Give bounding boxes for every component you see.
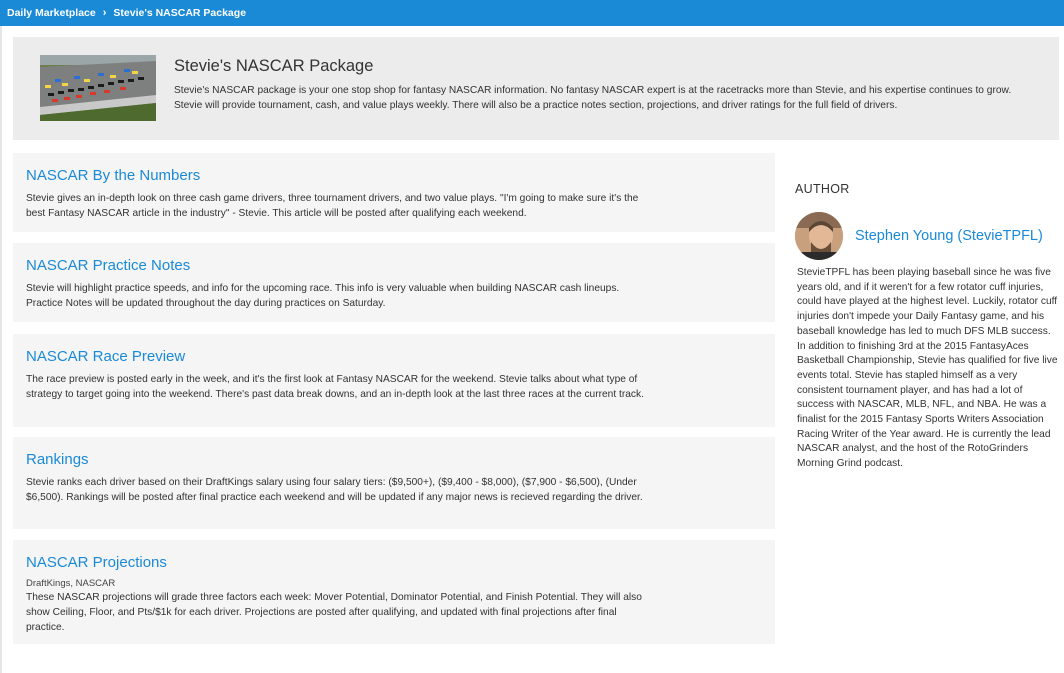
item-description: Stevie will highlight practice speeds, a… [26, 283, 620, 309]
page-content: Stevie's NASCAR Package Stevie's NASCAR … [0, 26, 1064, 673]
item-description: Stevie gives an in-depth look on three c… [26, 193, 639, 219]
item-title-link[interactable]: NASCAR Practice Notes [26, 257, 762, 274]
item-description: The race preview is posted early in the … [26, 374, 644, 400]
author-name-link[interactable]: Stephen Young (StevieTPFL) [855, 228, 1043, 244]
package-title: Stevie's NASCAR Package [174, 57, 374, 75]
breadcrumb-bar: Daily Marketplace › Stevie's NASCAR Pack… [0, 0, 1064, 26]
item-description: Stevie ranks each driver based on their … [26, 477, 643, 503]
item-description: These NASCAR projections will grade thre… [26, 592, 642, 633]
author-bio: StevieTPFL has been playing baseball sin… [797, 267, 1058, 470]
race-track-image [40, 55, 156, 121]
package-header: Stevie's NASCAR Package Stevie's NASCAR … [13, 37, 1059, 140]
item-title-link[interactable]: Rankings [26, 451, 762, 468]
item-tags: DraftKings, NASCAR [26, 578, 116, 589]
item-title-link[interactable]: NASCAR Race Preview [26, 348, 762, 365]
author-heading: AUTHOR [795, 182, 850, 196]
package-description: Stevie's NASCAR package is your one stop… [174, 85, 1012, 111]
list-item: NASCAR Projections DraftKings, NASCAR Th… [13, 540, 775, 644]
breadcrumb-separator-icon: › [102, 7, 107, 19]
breadcrumb-current-link[interactable]: Stevie's NASCAR Package [113, 7, 246, 19]
list-item: NASCAR Race Preview The race preview is … [13, 334, 775, 427]
item-title-link[interactable]: NASCAR By the Numbers [26, 167, 762, 184]
list-item: Rankings Stevie ranks each driver based … [13, 437, 775, 529]
list-item: NASCAR Practice Notes Stevie will highli… [13, 243, 775, 322]
item-title-link[interactable]: NASCAR Projections [26, 554, 762, 571]
author-avatar-icon[interactable] [795, 212, 843, 260]
breadcrumb-parent-link[interactable]: Daily Marketplace [7, 7, 96, 19]
list-item: NASCAR By the Numbers Stevie gives an in… [13, 153, 775, 232]
